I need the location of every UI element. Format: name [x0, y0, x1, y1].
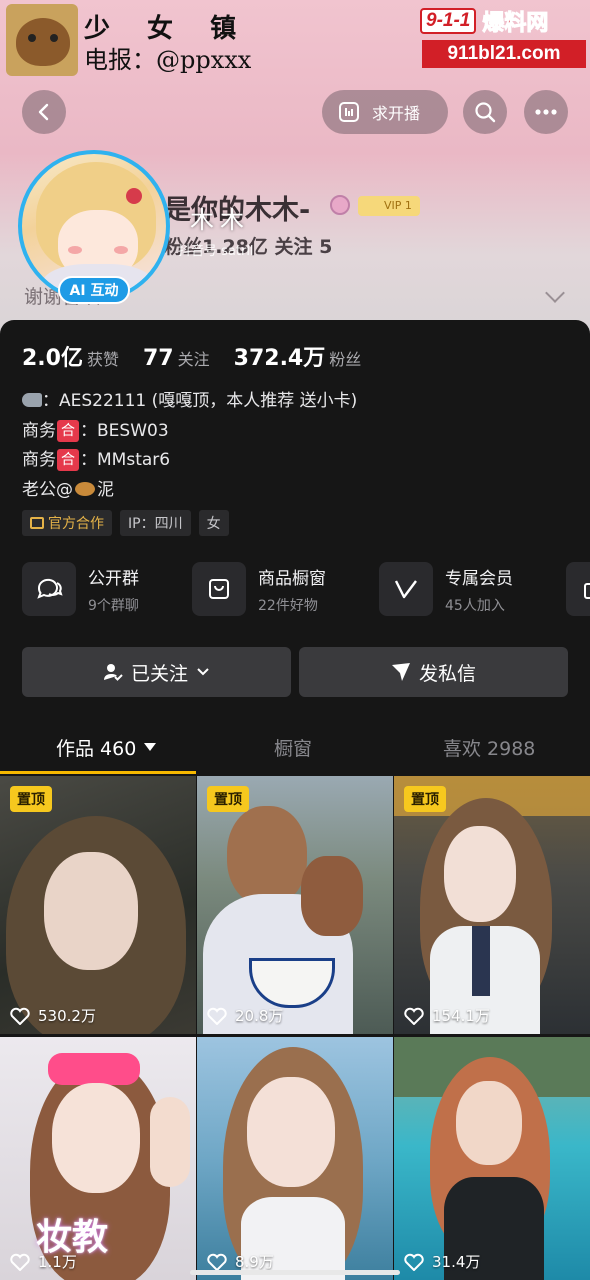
video-thumb[interactable]: 31.4万	[394, 1037, 590, 1280]
brand-number: 9-1-1	[420, 8, 477, 34]
bio-line-husband[interactable]: 老公@ 泥	[22, 476, 357, 506]
partner-icon	[30, 517, 44, 529]
tab-liked[interactable]: 喜欢 2988	[443, 722, 535, 772]
overlay-name: 木木	[190, 206, 250, 234]
service-public-group[interactable]: 公开群 9个群聊	[22, 562, 139, 616]
video-thumb[interactable]: 8.9万	[197, 1037, 393, 1280]
tab-works[interactable]: 作品 460	[56, 722, 157, 772]
video-likes: 20.8万	[207, 1005, 283, 1026]
stat-followers[interactable]: 372.4万 粉丝	[234, 340, 362, 372]
shopping-bag-icon	[209, 579, 229, 599]
profile-bio: ：AES22111 (嘎嘎顶，本人推荐 送小卡) 商务合：BESW03 商务合：…	[22, 387, 357, 505]
profile-id-faded: 抖音号 satrll	[178, 244, 254, 259]
video-thumb[interactable]: 置顶 154.1万	[394, 776, 590, 1034]
following-button[interactable]: 已关注	[22, 647, 291, 697]
bio-line-business-1: 商务合：BESW03	[22, 419, 169, 442]
verified-badge-icon	[330, 195, 350, 215]
stat-following[interactable]: 77 关注	[143, 346, 210, 371]
heart-icon	[404, 1007, 424, 1025]
bio-line-business-2: 商务合：MMstar6	[22, 449, 171, 471]
heart-icon	[404, 1253, 424, 1271]
send-message-label: 发私信	[418, 662, 476, 685]
cooperation-tag: 合	[57, 449, 79, 471]
service-subtitle: 9个群聊	[88, 597, 139, 614]
following-label: 已关注	[130, 662, 188, 685]
pinned-badge: 置顶	[207, 786, 249, 812]
shop-icon	[584, 583, 590, 599]
tab-shop-window[interactable]: 橱窗	[274, 722, 312, 772]
pinned-badge: 置顶	[10, 786, 52, 812]
caret-down-icon	[144, 743, 157, 751]
heart-icon	[207, 1007, 227, 1025]
video-thumb[interactable]: 置顶 530.2万	[0, 776, 196, 1034]
more-button[interactable]	[524, 90, 568, 134]
service-subtitle: 45人加入	[445, 597, 505, 614]
service-title: 专属会员	[445, 568, 513, 589]
send-icon	[391, 663, 410, 681]
video-thumb[interactable]: 置顶 20.8万	[197, 776, 393, 1034]
search-icon	[475, 102, 496, 123]
live-chart-icon	[339, 102, 359, 122]
heart-icon	[10, 1007, 30, 1025]
service-membership[interactable]: 专属会员 45人加入	[379, 562, 513, 616]
chevron-left-icon	[38, 103, 49, 121]
brand-url: 911bl21.com	[422, 40, 586, 68]
user-check-icon	[103, 664, 123, 681]
brand-name: 爆料网	[482, 11, 549, 37]
bio-line-shoe: ：AES22111 (嘎嘎顶，本人推荐 送小卡)	[22, 387, 357, 417]
profile-tags: 官方合作 IP：四川 女	[22, 510, 229, 536]
vip-badge: VIP 1	[358, 196, 420, 216]
tag-gender: 女	[198, 510, 229, 536]
cooperation-tag: 合	[57, 419, 79, 442]
video-likes: 154.1万	[404, 1005, 490, 1026]
video-caption-overlay: 妆教	[36, 1216, 109, 1258]
profile-services: 公开群 9个群聊 商品橱窗 22件好物 专属会员 45人加入	[22, 562, 590, 622]
request-live-button[interactable]: 求开播	[322, 90, 448, 134]
peanut-emoji-icon	[75, 481, 95, 496]
back-button[interactable]	[22, 90, 66, 134]
content-tabs: 作品 460 橱窗 喜欢 2988	[0, 722, 590, 772]
service-subtitle: 22件好物	[258, 597, 318, 614]
video-likes: 31.4万	[404, 1251, 480, 1272]
video-likes: 8.9万	[207, 1251, 274, 1272]
active-tab-indicator	[0, 771, 196, 774]
stat-likes[interactable]: 2.0亿 获赞	[22, 340, 119, 372]
service-title: 商品橱窗	[258, 568, 326, 589]
search-button[interactable]	[463, 90, 507, 134]
watermark-brand: 9-1-1 爆料网 911bl21.com	[420, 6, 586, 68]
tag-ip-location: IP：四川	[120, 510, 191, 536]
pinned-badge: 置顶	[404, 786, 446, 812]
profile-stats: 2.0亿 获赞 77 关注 372.4万 粉丝	[22, 340, 361, 372]
member-v-icon	[394, 580, 417, 599]
more-icon	[535, 109, 557, 115]
service-more[interactable]	[566, 562, 590, 616]
service-title: 公开群	[88, 568, 139, 589]
heart-icon	[207, 1253, 227, 1271]
home-indicator[interactable]	[190, 1270, 400, 1275]
group-chat-icon	[37, 578, 63, 599]
video-likes: 530.2万	[10, 1005, 96, 1026]
watermark-avatar	[6, 4, 78, 76]
heart-icon	[10, 1253, 30, 1271]
service-shop-window[interactable]: 商品橱窗 22件好物	[192, 562, 326, 616]
chevron-down-icon	[197, 668, 209, 676]
ai-interact-badge[interactable]: AI 互动	[58, 276, 130, 304]
tag-official-partner[interactable]: 官方合作	[22, 510, 112, 536]
send-message-button[interactable]: 发私信	[299, 647, 568, 697]
video-grid: 置顶 530.2万 置顶 20.8万 置顶 154.1万 1.1万 8.9万 3…	[0, 776, 590, 1280]
request-live-label: 求开播	[372, 104, 421, 123]
watermark-telegram: 电报：@ppxxx	[84, 46, 252, 74]
sneaker-icon	[22, 393, 42, 407]
